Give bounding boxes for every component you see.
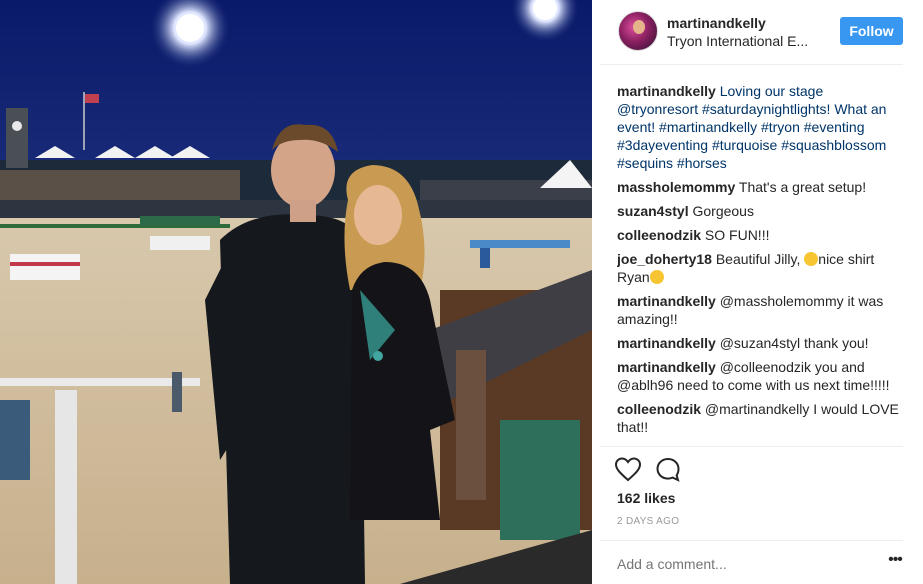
list-item: joe_doherty18 Beautiful Jilly, nice shir… [617,250,905,286]
post-timestamp: 2 DAYS AGO [617,516,680,527]
comment-username[interactable]: suzan4styl [617,203,689,219]
list-item: martinandkelly @massholemommy it was ama… [617,292,905,328]
list-item: colleenodzik @martinandkelly I would LOV… [617,400,905,436]
comment-username[interactable]: massholemommy [617,179,735,195]
header-divider [600,64,903,65]
list-item: martinandkelly @colleenodzik you and @ab… [617,358,905,394]
comment-list[interactable]: martinandkelly Loving our stage @tryonre… [617,82,905,445]
more-icon[interactable]: ••• [886,552,904,571]
post-photo[interactable] [0,0,592,584]
smiley-emoji-icon [804,252,819,266]
caption-username[interactable]: martinandkelly [617,83,716,99]
comment-text: That's a great setup! [738,179,867,195]
author-username[interactable]: martinandkelly [667,15,766,31]
post-header: martinandkelly Tryon International E... … [600,0,923,64]
list-item: suzan4styl Gorgeous [617,202,905,220]
post-photo-image [0,0,592,584]
add-comment-input[interactable] [617,556,857,572]
footer-divider [600,540,903,541]
comment-icon[interactable] [654,456,682,484]
avatar[interactable] [618,11,658,51]
like-count[interactable]: 162 likes [617,490,675,506]
comment-username[interactable]: colleenodzik [617,401,701,417]
comment-username[interactable]: martinandkelly [617,359,716,375]
follow-button[interactable]: Follow [840,17,903,45]
heart-icon[interactable] [614,456,642,484]
comment-username[interactable]: martinandkelly [617,293,716,309]
caption: martinandkelly Loving our stage @tryonre… [617,82,905,172]
comment-text: Gorgeous [692,203,754,219]
comments-divider [600,446,903,447]
post-sidebar: martinandkelly Tryon International E... … [600,0,923,584]
comment-username[interactable]: colleenodzik [617,227,701,243]
list-item: martinandkelly @suzan4styl thank you! [617,334,905,352]
wink-emoji-icon [649,270,664,284]
list-item: colleenodzik SO FUN!!! [617,226,905,244]
comment-text: @suzan4styl thank you! [719,335,869,351]
comment-text: SO FUN!!! [704,227,770,243]
comment-text: Beautiful Jilly, [715,251,805,267]
list-item: massholemommy That's a great setup! [617,178,905,196]
comment-username[interactable]: joe_doherty18 [617,251,712,267]
location-link[interactable]: Tryon International E... [667,33,817,49]
comment-username[interactable]: martinandkelly [617,335,716,351]
